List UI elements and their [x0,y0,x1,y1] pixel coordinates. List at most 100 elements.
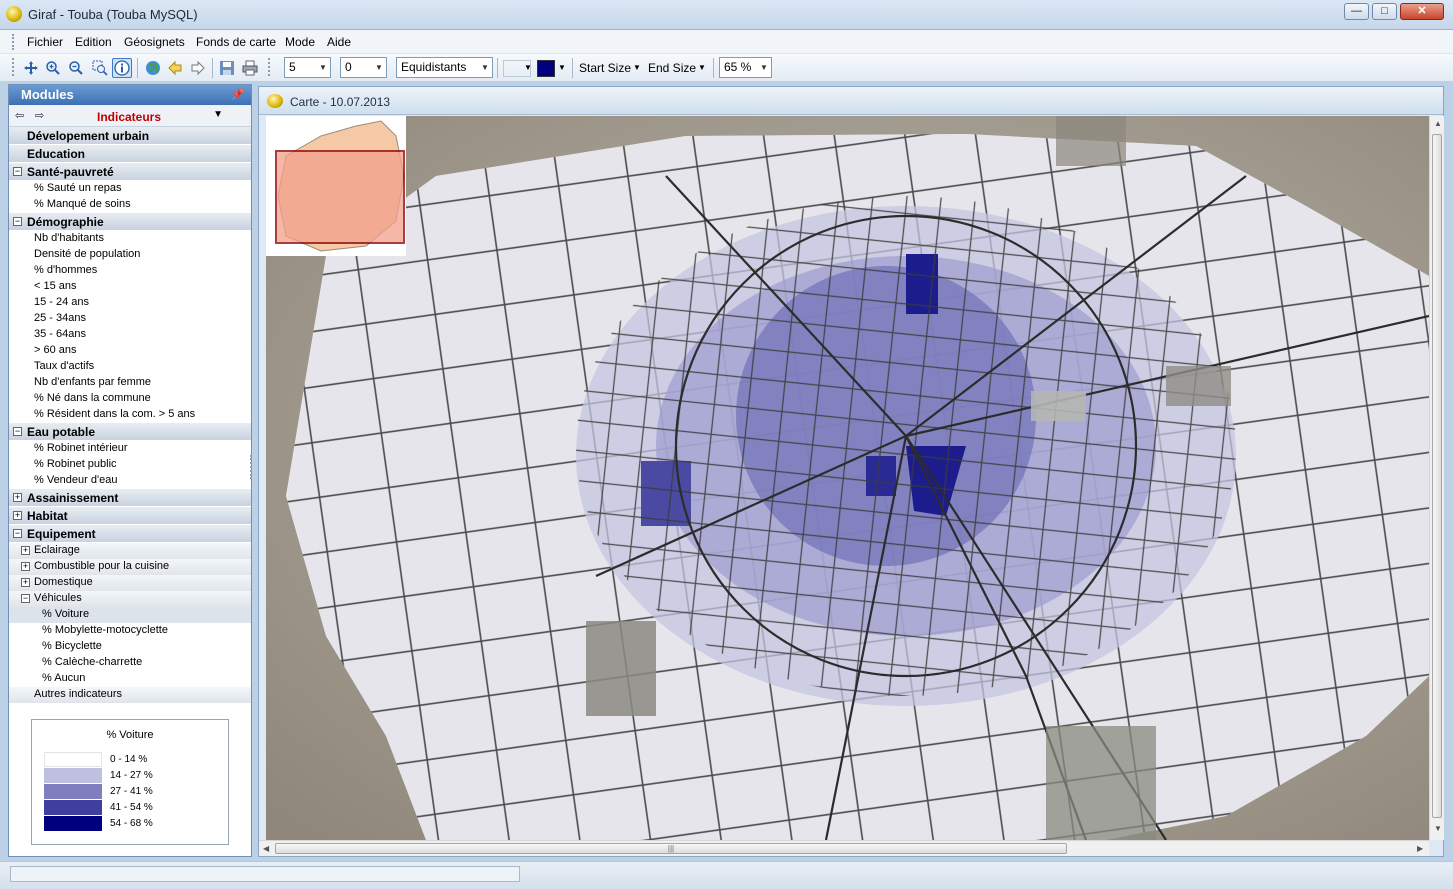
next-arrow-icon[interactable]: ⇨ [35,109,44,122]
scroll-left-icon[interactable]: ◀ [263,844,269,853]
indicator-item[interactable]: % Né dans la commune [9,391,251,407]
group-assainissement[interactable]: + Assainissement [9,489,251,507]
menu-mode[interactable]: Mode [285,35,315,49]
indicator-item[interactable]: Nb d'enfants par femme [9,375,251,391]
vertical-scrollbar[interactable]: ▲ ▼ [1429,116,1444,840]
indicator-item[interactable]: % Bicyclette [9,639,251,655]
expand-icon[interactable]: + [13,511,22,520]
indicator-selector[interactable]: ⇦ ⇨ Indicateurs ▼ [9,105,251,127]
close-button[interactable]: ✕ [1400,3,1444,20]
end-color-swatch[interactable] [537,60,555,77]
legend-swatch [44,752,102,767]
zoom-out-icon[interactable] [66,58,86,78]
horizontal-scroll-thumb[interactable]: ||| [275,843,1067,854]
collapse-icon[interactable]: − [13,529,22,538]
chevron-down-icon[interactable]: ▼ [524,63,532,72]
panel-splitter[interactable] [250,455,254,479]
zoom-in-icon[interactable] [43,58,63,78]
expand-icon[interactable]: + [21,562,30,571]
vertical-scroll-thumb[interactable] [1432,134,1442,818]
zoom-rect-icon[interactable] [90,58,110,78]
indicator-item[interactable]: > 60 ans [9,343,251,359]
classification-method-select[interactable]: Equidistants ▼ [396,57,493,78]
scroll-up-icon[interactable]: ▲ [1434,119,1442,128]
indicator-item[interactable]: % Robinet intérieur [9,441,251,457]
unclassified-block [1166,366,1231,406]
indicator-item[interactable]: Nb d'habitants [9,231,251,247]
subgroup-domestique[interactable]: + Domestique [9,575,251,591]
choropleth-map[interactable] [266,116,1429,840]
forward-icon[interactable] [188,58,208,78]
indicator-item[interactable]: % Manqué de soins [9,197,251,213]
indicator-item[interactable]: % Vendeur d'eau [9,473,251,489]
indicator-item[interactable]: % Aucun [9,671,251,687]
chevron-down-icon[interactable]: ▼ [213,109,223,120]
expand-icon[interactable]: + [13,493,22,502]
end-size-dropdown[interactable]: End Size [648,61,696,75]
autres-indicateurs[interactable]: Autres indicateurs [9,687,251,703]
pin-icon[interactable]: 📌 [231,88,245,101]
info-icon[interactable] [112,58,132,78]
collapse-icon[interactable]: − [13,167,22,176]
start-size-dropdown[interactable]: Start Size [579,61,631,75]
legend-label: 14 - 27 % [110,770,153,781]
opacity-value: 65 % [724,60,752,74]
decimals-select[interactable]: 0 ▼ [340,57,387,78]
indicator-item[interactable]: Densité de population [9,247,251,263]
group-habitat[interactable]: + Habitat [9,507,251,525]
back-icon[interactable] [165,58,185,78]
indicator-item[interactable]: % Robinet public [9,457,251,473]
menu-geosignets[interactable]: Géosignets [124,35,185,49]
menu-grip [12,34,15,50]
collapse-icon[interactable]: − [13,217,22,226]
toolbar-grip [268,58,271,76]
indicator-item[interactable]: 15 - 24 ans [9,295,251,311]
expand-icon[interactable]: + [21,546,30,555]
map-legend: % Voiture 0 - 14 % 14 - 27 % 27 - 41 % 4… [31,719,229,845]
maximize-button[interactable]: □ [1372,3,1397,20]
subgroup-combustible[interactable]: + Combustible pour la cuisine [9,559,251,575]
group-education[interactable]: Education [9,145,251,163]
minimize-button[interactable]: — [1344,3,1369,20]
group-eau-potable[interactable]: − Eau potable [9,423,251,441]
classes-count-select[interactable]: 5 ▼ [284,57,331,78]
menu-fichier[interactable]: Fichier [27,35,63,49]
group-developpement-urbain[interactable]: Dévelopement urbain [9,127,251,145]
indicator-item-voiture[interactable]: % Voiture [9,607,251,623]
prev-arrow-icon[interactable]: ⇦ [15,109,24,122]
subgroup-eclairage[interactable]: + Eclairage [9,543,251,559]
pan-icon[interactable] [21,58,41,78]
indicator-item[interactable]: % Calèche-charrette [9,655,251,671]
subgroup-vehicules[interactable]: − Véhicules [9,591,251,607]
overview-extent-rectangle[interactable] [275,150,405,244]
collapse-icon[interactable]: − [13,427,22,436]
indicator-item[interactable]: 35 - 64ans [9,327,251,343]
modules-panel: Modules 📌 ⇦ ⇨ Indicateurs ▼ Dévelopement… [8,84,252,857]
horizontal-scrollbar[interactable]: ◀ ||| ▶ [259,840,1429,856]
expand-icon[interactable]: + [21,578,30,587]
map-canvas[interactable] [266,116,1429,840]
scroll-right-icon[interactable]: ▶ [1417,844,1423,853]
group-demographie[interactable]: − Démographie [9,213,251,231]
opacity-select[interactable]: 65 % ▼ [719,57,772,78]
chevron-down-icon[interactable]: ▼ [558,63,566,72]
menu-aide[interactable]: Aide [327,35,351,49]
menu-fonds-de-carte[interactable]: Fonds de carte [196,35,276,49]
group-equipement[interactable]: − Equipement [9,525,251,543]
indicator-item[interactable]: % Sauté un repas [9,181,251,197]
globe-icon[interactable] [143,58,163,78]
group-label: Dévelopement urbain [27,129,150,143]
status-bar [0,861,1453,889]
scroll-down-icon[interactable]: ▼ [1434,824,1442,833]
indicator-item[interactable]: Taux d'actifs [9,359,251,375]
indicator-item[interactable]: 25 - 34ans [9,311,251,327]
group-sante-pauvrete[interactable]: − Santé-pauvreté [9,163,251,181]
menu-edition[interactable]: Edition [75,35,112,49]
save-icon[interactable] [217,58,237,78]
indicator-item[interactable]: < 15 ans [9,279,251,295]
indicator-item[interactable]: % Mobylette-motocyclette [9,623,251,639]
collapse-icon[interactable]: − [21,594,30,603]
print-icon[interactable] [240,58,260,78]
indicator-item[interactable]: % Résident dans la com. > 5 ans [9,407,251,423]
indicator-item[interactable]: % d'hommes [9,263,251,279]
